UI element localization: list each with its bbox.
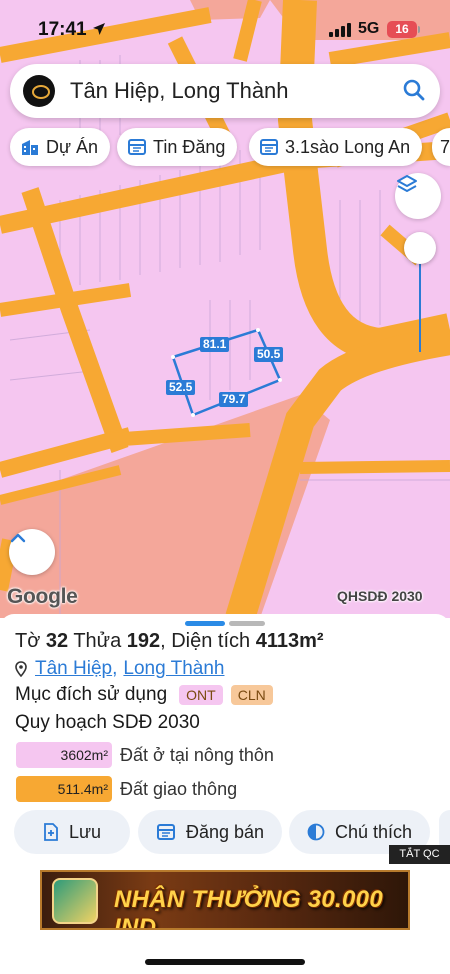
chip-tin-dang[interactable]: Tin Đăng — [117, 128, 238, 166]
chip-label: 3.1sào Long An — [285, 136, 411, 157]
title-prefix: Tờ — [15, 630, 46, 652]
search-icon[interactable] — [402, 78, 426, 102]
opacity-slider-track[interactable] — [419, 250, 421, 352]
network-type: 5G — [358, 20, 380, 37]
status-bar: 17:41 5G 16 — [0, 0, 450, 58]
purpose-tag-ont[interactable]: ONT — [179, 685, 223, 705]
plan-item-label: Đất ở tại nông thôn — [120, 744, 274, 765]
chip-saved-search[interactable]: 3.1sào Long An — [249, 128, 423, 166]
dimension-label-top: 81.1 — [200, 337, 230, 352]
home-indicator[interactable] — [145, 959, 305, 965]
purpose-tag-cln[interactable]: CLN — [230, 685, 273, 705]
plan-item-label: Đất giao thông — [120, 778, 238, 799]
chip-label: Tin Đăng — [153, 136, 226, 157]
plan-area-swatch: 3602m² — [16, 742, 112, 768]
address-separator: , — [112, 658, 118, 679]
title-mid: Thửa — [68, 630, 127, 652]
close-ad-button[interactable]: TẮT QC — [389, 845, 450, 864]
chip-label: Dự Án — [46, 136, 99, 157]
dimension-label-right: 50.5 — [254, 347, 284, 362]
sheet-handle-active[interactable] — [185, 621, 225, 626]
overlay-label: QHSDĐ 2030 — [337, 588, 423, 604]
parcel-area: 4113m² — [255, 630, 324, 652]
plan-heading: Quy hoạch SDĐ 2030 — [15, 712, 200, 733]
expand-sheet-button[interactable] — [9, 529, 55, 575]
chip-du-an[interactable]: Dự Án — [10, 128, 111, 166]
location-pin-icon — [15, 661, 27, 677]
location-arrow-icon — [93, 23, 105, 35]
plan-item-road: 511.4m² Đất giao thông — [16, 776, 237, 802]
game-icon — [52, 878, 98, 924]
purpose-label: Mục đích sử dụng — [15, 684, 168, 705]
chevron-up-icon — [10, 533, 26, 543]
signal-icon — [329, 23, 351, 37]
chip-label: 7 — [440, 136, 450, 157]
commune-link[interactable]: Tân Hiệp — [35, 658, 112, 680]
listing-icon — [259, 137, 279, 157]
title-area-label: , Diện tích — [160, 630, 256, 652]
listing-icon — [127, 137, 147, 157]
parcel-title: Tờ 32 Thửa 192, Diện tích 4113m² — [15, 630, 324, 653]
dimension-label-left: 52.5 — [166, 380, 196, 395]
save-button[interactable]: Lưu — [14, 810, 130, 854]
sheet-number: 32 — [45, 630, 69, 652]
lot-number: 192 — [126, 630, 161, 652]
battery-icon: 16 — [387, 21, 417, 38]
land-use-purpose: Mục đích sử dụng ONT CLN — [15, 684, 273, 706]
opacity-slider-handle[interactable] — [404, 232, 436, 264]
plan-item-residential: 3602m² Đất ở tại nông thôn — [16, 742, 274, 768]
district-link[interactable]: Long Thành — [123, 658, 224, 680]
dimension-label-bottom: 79.7 — [219, 392, 249, 407]
app-logo[interactable] — [23, 75, 55, 107]
save-label: Lưu — [68, 821, 102, 842]
search-bar[interactable]: Tân Hiệp, Long Thành — [10, 64, 440, 118]
legend-label: Chú thích — [334, 821, 413, 842]
parcel-info-sheet: Tờ 32 Thửa 192, Diện tích 4113m² Tân Hiệ… — [0, 614, 450, 864]
layers-icon — [397, 175, 417, 192]
parcel-address: Tân Hiệp, Long Thành — [15, 658, 224, 680]
google-attribution: Google — [7, 585, 78, 608]
listing-icon — [156, 822, 176, 842]
building-icon — [20, 137, 40, 157]
search-query[interactable]: Tân Hiệp, Long Thành — [70, 78, 289, 104]
ad-banner[interactable]: NHẬN THƯỞNG 30.000 IND — [40, 870, 410, 930]
plan-area-swatch: 511.4m² — [16, 776, 112, 802]
ad-banner-text: NHẬN THƯỞNG 30.000 IND — [114, 886, 383, 930]
sheet-handle-inactive[interactable] — [229, 621, 265, 626]
layers-button[interactable] — [395, 173, 441, 219]
contrast-icon — [307, 823, 325, 841]
save-icon — [43, 823, 59, 841]
battery-cap — [418, 26, 420, 33]
status-time: 17:41 — [38, 19, 87, 40]
post-sale-button[interactable]: Đăng bán — [138, 810, 282, 854]
post-sale-label: Đăng bán — [185, 821, 265, 842]
